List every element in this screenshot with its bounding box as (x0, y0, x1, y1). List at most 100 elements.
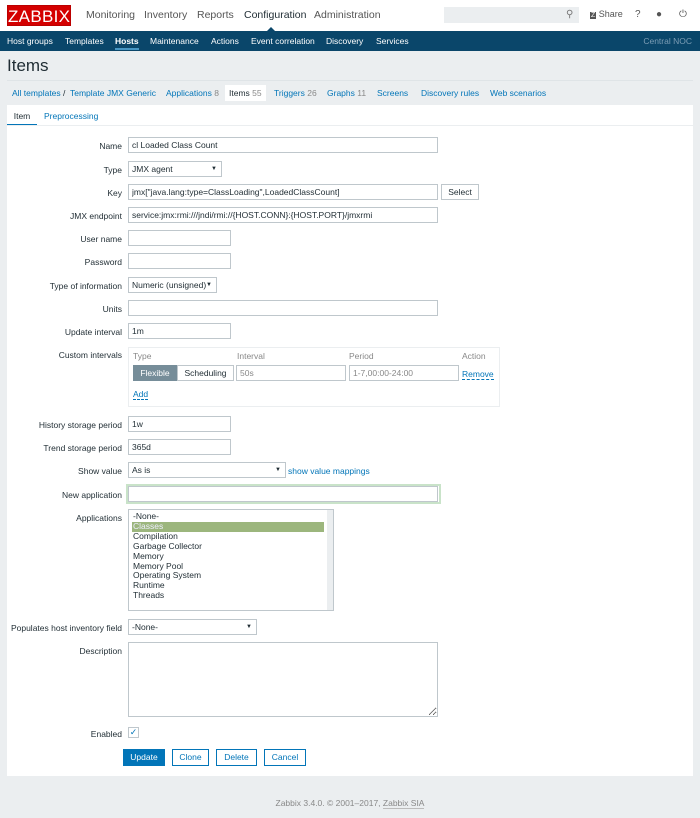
ci-header-period: Period (349, 351, 374, 361)
type-label: Type (103, 165, 122, 175)
name-input[interactable] (128, 137, 438, 153)
username-label: User name (80, 234, 122, 244)
nav-configuration[interactable]: Configuration (244, 9, 306, 21)
tab-applications[interactable]: Applications 8 (166, 88, 219, 98)
ci-interval-input[interactable] (236, 365, 346, 381)
tab-label: Triggers (274, 88, 305, 98)
subnav-discovery[interactable]: Discovery (326, 36, 363, 46)
search-input[interactable] (444, 7, 579, 23)
tab-items[interactable]: Items 55 (225, 85, 266, 101)
nav-monitoring[interactable]: Monitoring (86, 9, 135, 21)
server-name: Central NOC (643, 36, 692, 46)
history-label: History storage period (38, 420, 122, 430)
form-tab-preprocessing[interactable]: Preprocessing (44, 111, 98, 121)
trend-input[interactable] (128, 439, 231, 455)
name-label: Name (99, 141, 122, 151)
help-icon[interactable]: ? (635, 9, 641, 20)
power-icon[interactable]: ⏻ (679, 9, 687, 20)
history-input[interactable] (128, 416, 231, 432)
subnav-event-correlation[interactable]: Event correlation (251, 36, 315, 46)
share-button[interactable]: Z Share (590, 9, 623, 19)
applications-listbox[interactable]: -None- Classes Compilation Garbage Colle… (128, 509, 334, 611)
footer: Zabbix 3.4.0. © 2001–2017, Zabbix SIA (0, 798, 700, 809)
flexible-toggle[interactable]: Flexible (133, 365, 177, 381)
ci-header-interval: Interval (237, 351, 265, 361)
subnav-services[interactable]: Services (376, 36, 409, 46)
nav-inventory[interactable]: Inventory (144, 9, 187, 21)
nav-administration[interactable]: Administration (314, 9, 381, 21)
trend-label: Trend storage period (43, 443, 122, 453)
update-button[interactable]: Update (123, 749, 165, 766)
delete-button[interactable]: Delete (216, 749, 257, 766)
checkmark-icon: ✓ (129, 727, 138, 737)
type-of-information-select[interactable]: Numeric (unsigned) (128, 277, 217, 293)
inventory-label: Populates host inventory field (10, 623, 122, 633)
show-value-mappings-link[interactable]: show value mappings (288, 466, 370, 476)
ci-header-type: Type (133, 351, 152, 361)
title-divider (7, 80, 693, 81)
form-tab-item[interactable]: Item (7, 111, 37, 126)
search-icon[interactable]: ⚲ (566, 9, 573, 20)
password-input[interactable] (128, 253, 231, 269)
subnav-actions[interactable]: Actions (211, 36, 239, 46)
update-interval-label: Update interval (64, 327, 122, 337)
tab-discovery-rules[interactable]: Discovery rules (421, 88, 479, 98)
tab-screens[interactable]: Screens (377, 88, 408, 98)
jmx-endpoint-input[interactable] (128, 207, 438, 223)
subnav-templates[interactable]: Templates (65, 36, 104, 46)
type-select[interactable]: JMX agent (128, 161, 222, 177)
inventory-select[interactable]: -None- (128, 619, 257, 635)
tab-count: 8 (214, 88, 219, 98)
subnav-hosts[interactable]: Hosts (115, 36, 139, 50)
new-application-input[interactable] (128, 486, 438, 502)
applications-scrollbar[interactable] (327, 510, 333, 610)
ci-add-link[interactable]: Add (133, 389, 149, 400)
units-input[interactable] (128, 300, 438, 316)
footer-text: Zabbix 3.4.0. © 2001–2017, (275, 798, 383, 808)
ci-header-action: Action (462, 351, 486, 361)
key-label: Key (107, 188, 122, 198)
share-icon: Z (590, 12, 597, 19)
nav-reports[interactable]: Reports (197, 9, 234, 21)
share-label: Share (598, 9, 623, 19)
applications-label: Applications (76, 513, 122, 523)
password-label: Password (84, 257, 122, 267)
username-input[interactable] (128, 230, 231, 246)
breadcrumb-template[interactable]: Template JMX Generic (70, 88, 156, 98)
breadcrumb-separator: / (63, 88, 66, 98)
description-textarea[interactable] (128, 642, 438, 717)
scheduling-toggle[interactable]: Scheduling (177, 365, 234, 381)
ci-remove-link[interactable]: Remove (462, 369, 494, 380)
tab-web-scenarios[interactable]: Web scenarios (490, 88, 546, 98)
description-label: Description (79, 646, 122, 656)
jmx-endpoint-label: JMX endpoint (70, 211, 122, 221)
enabled-checkbox[interactable]: ✓ (128, 727, 139, 738)
zabbix-logo[interactable]: ZABBIX (7, 5, 71, 26)
ci-period-input[interactable] (349, 365, 459, 381)
subnav-maintenance[interactable]: Maintenance (150, 36, 199, 46)
user-profile-icon[interactable]: ● (656, 9, 662, 20)
type-of-information-label: Type of information (49, 281, 122, 291)
tab-graphs[interactable]: Graphs 11 (327, 88, 366, 98)
footer-link[interactable]: Zabbix SIA (382, 798, 425, 809)
show-value-select[interactable]: As is (128, 462, 286, 478)
tab-label: Graphs (327, 88, 355, 98)
subnav-host-groups[interactable]: Host groups (7, 36, 53, 46)
tab-count: 26 (307, 88, 317, 98)
tab-label: Applications (166, 88, 212, 98)
key-input[interactable] (128, 184, 438, 200)
tab-triggers[interactable]: Triggers 26 (274, 88, 317, 98)
breadcrumb-all-templates[interactable]: All templates (12, 88, 61, 98)
clone-button[interactable]: Clone (172, 749, 209, 766)
tab-label: Items (229, 88, 250, 98)
show-value-label: Show value (78, 466, 122, 476)
new-application-label: New application (61, 490, 122, 500)
update-interval-input[interactable] (128, 323, 231, 339)
key-select-button[interactable]: Select (441, 184, 479, 200)
cancel-button[interactable]: Cancel (264, 749, 306, 766)
app-option[interactable]: Threads (132, 590, 330, 601)
custom-intervals-label: Custom intervals (58, 350, 122, 360)
enabled-label: Enabled (90, 729, 122, 739)
tab-count: 11 (357, 88, 367, 98)
tab-divider (7, 125, 693, 126)
